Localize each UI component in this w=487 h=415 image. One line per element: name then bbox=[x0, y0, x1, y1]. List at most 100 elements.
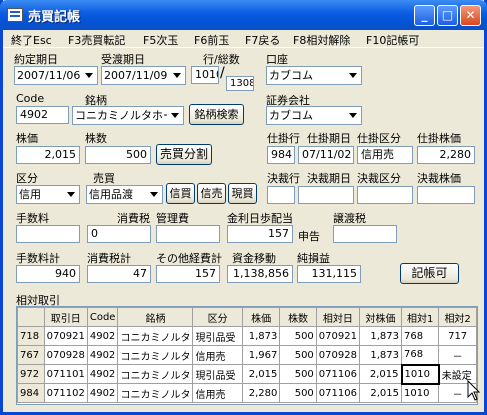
table-cell[interactable]: 071101 bbox=[43, 364, 88, 384]
table-cell[interactable]: 4902 bbox=[86, 345, 119, 365]
credit-buy-button[interactable]: 信買 bbox=[166, 183, 195, 204]
credit-sell-button[interactable]: 信売 bbox=[197, 183, 226, 204]
menu-release[interactable]: F8相対解除 bbox=[293, 32, 350, 48]
issue-select[interactable]: コニカミノルタホー. bbox=[72, 106, 184, 125]
settle-date-picker[interactable]: 2007/11/09 bbox=[101, 66, 186, 85]
table-cell[interactable]: 1,873 bbox=[358, 345, 403, 365]
maximize-button[interactable]: □ bbox=[437, 5, 458, 26]
fee-field[interactable] bbox=[16, 225, 80, 243]
table-cell[interactable]: 070921 bbox=[43, 326, 88, 346]
row-header[interactable]: 767 bbox=[17, 345, 45, 365]
menu-record[interactable]: F10記帳可 bbox=[366, 32, 419, 48]
table-cell[interactable]: 2,280 bbox=[241, 383, 281, 403]
menu-transfer[interactable]: F3売買転記 bbox=[68, 32, 125, 48]
open-price-field[interactable]: 2,280 bbox=[417, 146, 475, 164]
trade-select[interactable]: 信用品渡 bbox=[86, 185, 163, 204]
col-header[interactable]: Code bbox=[86, 307, 119, 327]
menu-prev[interactable]: F6前玉 bbox=[194, 32, 229, 48]
menu-back[interactable]: F7戻る bbox=[245, 32, 280, 48]
spot-buy-button[interactable]: 現買 bbox=[228, 183, 257, 204]
interest-field[interactable]: 157 bbox=[227, 225, 293, 243]
table-cell[interactable]: コニカミノルタ bbox=[117, 383, 194, 403]
table-cell[interactable]: 1,967 bbox=[241, 345, 281, 365]
selected-cell[interactable]: 1010 bbox=[400, 363, 440, 385]
kubun-select[interactable]: 信用 bbox=[16, 185, 80, 204]
table-cell[interactable]: 4902 bbox=[86, 326, 119, 346]
broker-select[interactable]: カブコム bbox=[266, 106, 362, 125]
code-field[interactable]: 4902 bbox=[16, 106, 69, 124]
table-cell[interactable]: コニカミノルタ bbox=[117, 364, 194, 384]
table-cell[interactable]: 500 bbox=[279, 326, 317, 346]
chevron-down-icon[interactable] bbox=[169, 67, 185, 84]
table-cell[interactable]: 現引品受 bbox=[192, 326, 243, 346]
chevron-down-icon[interactable] bbox=[345, 107, 361, 124]
open-row-field[interactable]: 984 bbox=[267, 146, 295, 164]
table-cell[interactable]: 500 bbox=[279, 383, 317, 403]
row-header[interactable]: 718 bbox=[17, 326, 45, 346]
col-header[interactable]: 相対2 bbox=[438, 307, 477, 327]
table-cell[interactable]: 信用売 bbox=[192, 383, 243, 403]
col-header[interactable]: 区分 bbox=[192, 307, 243, 327]
table-cell[interactable]: 500 bbox=[279, 345, 317, 365]
menu-next[interactable]: F5次玉 bbox=[143, 32, 178, 48]
relative-trades-grid[interactable]: 取引日 Code 銘柄 区分 株価 株数 相対日 対株価 相対1 相対2 718… bbox=[16, 306, 478, 405]
table-cell[interactable]: 717 bbox=[438, 326, 477, 346]
record-enable-button[interactable]: 記帳可 bbox=[400, 263, 459, 284]
table-cell[interactable]: 071102 bbox=[43, 383, 88, 403]
table-cell[interactable]: 768 bbox=[401, 326, 440, 346]
table-row[interactable]: 767 070928 4902 コニカミノルタ 信用売 1,967 500 07… bbox=[17, 345, 477, 365]
menu-exit[interactable]: 終了Esc bbox=[11, 32, 52, 48]
col-header[interactable]: 取引日 bbox=[43, 307, 88, 327]
col-header[interactable]: 株数 bbox=[279, 307, 317, 327]
mgmt-fee-field[interactable] bbox=[156, 225, 220, 243]
close-type-field[interactable] bbox=[357, 186, 413, 204]
open-type-field[interactable]: 信用売 bbox=[357, 146, 413, 164]
chevron-down-icon[interactable] bbox=[63, 186, 79, 203]
table-row[interactable]: 972 071101 4902 コニカミノルタ 現引品受 2,015 500 0… bbox=[17, 363, 477, 385]
col-header[interactable]: 相対1 bbox=[401, 307, 440, 327]
table-cell[interactable]: 071106 bbox=[315, 364, 360, 384]
table-cell[interactable]: 1,873 bbox=[241, 326, 281, 346]
table-cell[interactable]: コニカミノルタ bbox=[117, 326, 194, 346]
close-button[interactable]: ✕ bbox=[460, 5, 481, 26]
table-row[interactable]: 984 071102 4902 コニカミノルタ 信用売 2,280 500 07… bbox=[17, 383, 477, 403]
table-cell[interactable]: 現引品受 bbox=[192, 364, 243, 384]
table-cell[interactable]: コニカミノルタ bbox=[117, 345, 194, 365]
table-row[interactable]: 718 070921 4902 コニカミノルタ 現引品受 1,873 500 0… bbox=[17, 326, 477, 346]
transfer-tax-field[interactable] bbox=[333, 225, 397, 243]
chevron-down-icon[interactable] bbox=[345, 67, 361, 84]
table-cell[interactable]: 070921 bbox=[315, 326, 360, 346]
minimize-button[interactable]: _ bbox=[414, 5, 435, 26]
table-cell[interactable]: 1,873 bbox=[358, 326, 403, 346]
table-cell[interactable]: 768 bbox=[401, 345, 440, 365]
table-cell[interactable]: 500 bbox=[279, 364, 317, 384]
chevron-down-icon[interactable] bbox=[146, 186, 162, 203]
close-row-field[interactable] bbox=[267, 186, 295, 204]
account-select[interactable]: カブコム bbox=[266, 66, 362, 85]
table-cell[interactable]: 4902 bbox=[86, 383, 119, 403]
table-cell[interactable]: 071106 bbox=[315, 383, 360, 403]
tax-field[interactable]: 0 bbox=[87, 225, 151, 243]
chevron-down-icon[interactable] bbox=[81, 67, 97, 84]
price-field[interactable]: 2,015 bbox=[16, 146, 80, 164]
title-bar[interactable]: 売買記帳 _ □ ✕ bbox=[0, 0, 487, 30]
split-trade-button[interactable]: 売買分割 bbox=[156, 144, 212, 165]
open-date-field[interactable]: 07/11/02 bbox=[298, 146, 354, 164]
row-number-field[interactable]: 1010 bbox=[191, 66, 219, 84]
table-cell[interactable]: － bbox=[438, 345, 477, 365]
close-price-field[interactable] bbox=[417, 186, 475, 204]
chevron-down-icon[interactable] bbox=[167, 107, 183, 124]
row-header[interactable]: 972 bbox=[17, 364, 45, 384]
table-cell[interactable]: 2,015 bbox=[358, 364, 403, 384]
table-cell[interactable]: 1010 bbox=[401, 383, 440, 403]
shares-field[interactable]: 500 bbox=[85, 146, 151, 164]
col-header[interactable]: 株価 bbox=[241, 307, 281, 327]
table-cell[interactable]: 2,015 bbox=[358, 383, 403, 403]
col-header[interactable]: 対株価 bbox=[358, 307, 403, 327]
col-header[interactable]: 相対日 bbox=[315, 307, 360, 327]
col-header[interactable]: 銘柄 bbox=[117, 307, 194, 327]
contract-date-picker[interactable]: 2007/11/06 bbox=[14, 66, 98, 85]
table-cell[interactable]: 4902 bbox=[86, 364, 119, 384]
row-header[interactable]: 984 bbox=[17, 383, 45, 403]
table-cell[interactable]: 2,015 bbox=[241, 364, 281, 384]
